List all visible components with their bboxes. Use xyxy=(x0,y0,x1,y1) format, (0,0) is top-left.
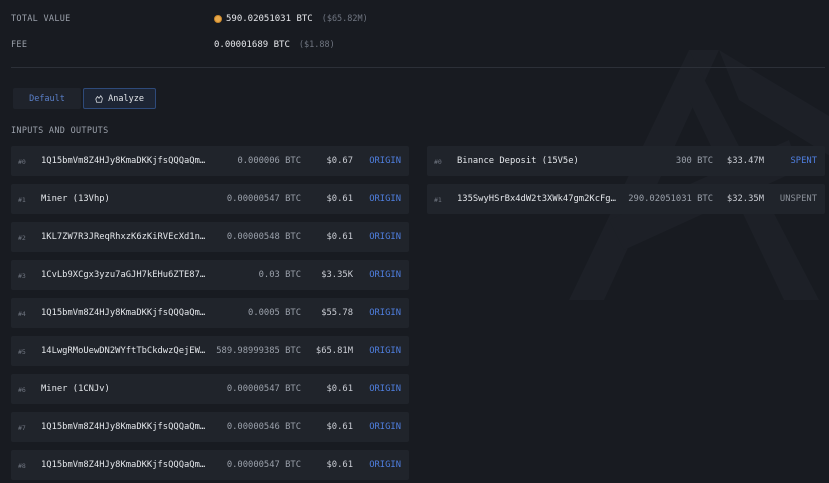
row-index: #8 xyxy=(18,462,26,470)
row-index: #4 xyxy=(18,310,26,318)
input-address[interactable]: 1Q15bmVm8Z4HJy8KmaDKKjfsQQQaQmT… xyxy=(41,422,207,432)
analyze-view-button[interactable]: Analyze xyxy=(83,88,156,109)
input-btc: 0.000006 BTC xyxy=(237,156,301,166)
origin-link[interactable]: ORIGIN xyxy=(369,460,401,470)
input-address[interactable]: Miner (1CNJv) xyxy=(41,384,207,394)
view-toggle: Default Analyze xyxy=(13,88,156,109)
total-value-usd: ($65.82M) xyxy=(321,14,368,24)
row-index: #7 xyxy=(18,424,26,432)
input-usd: $65.81M xyxy=(315,346,353,356)
output-row[interactable]: #1 135SwyHSrBx4dW2t3XWk47gm2KcFgG… 290.0… xyxy=(427,184,825,214)
origin-link[interactable]: ORIGIN xyxy=(369,384,401,394)
input-address[interactable]: 1CvLb9XCgx3yzu7aGJH7kEHu6ZTE87v… xyxy=(41,270,207,280)
inputs-list: #0 1Q15bmVm8Z4HJy8KmaDKKjfsQQQaQmT… 0.00… xyxy=(11,146,409,483)
input-usd: $0.61 xyxy=(326,194,353,204)
input-row[interactable]: #3 1CvLb9XCgx3yzu7aGJH7kEHu6ZTE87v… 0.03… xyxy=(11,260,409,290)
row-index: #1 xyxy=(434,196,442,204)
input-btc: 0.03 BTC xyxy=(258,270,301,280)
total-value-label: TOTAL VALUE xyxy=(11,14,71,24)
input-btc: 0.0005 BTC xyxy=(248,308,301,318)
fee-row: FEE 0.00001689 BTC ($1.88) xyxy=(11,38,335,52)
input-usd: $0.61 xyxy=(326,460,353,470)
output-row[interactable]: #0 Binance Deposit (15V5e) 300 BTC $33.4… xyxy=(427,146,825,176)
input-address[interactable]: 1Q15bmVm8Z4HJy8KmaDKKjfsQQQaQmT… xyxy=(41,460,207,470)
output-btc: 300 BTC xyxy=(675,156,713,166)
output-usd: $32.35M xyxy=(726,194,764,204)
output-address[interactable]: 135SwyHSrBx4dW2t3XWk47gm2KcFgG… xyxy=(457,194,617,204)
input-btc: 0.00000546 BTC xyxy=(226,422,301,432)
analyze-label: Analyze xyxy=(108,93,144,104)
input-usd: $55.78 xyxy=(321,308,353,318)
output-usd: $33.47M xyxy=(726,156,764,166)
input-address[interactable]: 1Q15bmVm8Z4HJy8KmaDKKjfsQQQaQmT… xyxy=(41,156,207,166)
input-usd: $3.35K xyxy=(321,270,353,280)
input-row[interactable]: #8 1Q15bmVm8Z4HJy8KmaDKKjfsQQQaQmT… 0.00… xyxy=(11,450,409,480)
input-row[interactable]: #1 Miner (13Vhp) 0.00000547 BTC $0.61 OR… xyxy=(11,184,409,214)
input-row[interactable]: #5 14LwgRMoUewDN2WYftTbCkdwzQejEWw… 589.… xyxy=(11,336,409,366)
bitcoin-coin-icon xyxy=(214,15,222,23)
origin-link[interactable]: ORIGIN xyxy=(369,422,401,432)
input-btc: 0.00000548 BTC xyxy=(226,232,301,242)
input-address[interactable]: 1KL7ZW7R3JReqRhxzK6zKiRVEcXd1nV… xyxy=(41,232,207,242)
fee-btc: 0.00001689 BTC xyxy=(214,40,290,50)
input-row[interactable]: #4 1Q15bmVm8Z4HJy8KmaDKKjfsQQQaQmT… 0.00… xyxy=(11,298,409,328)
input-address[interactable]: 14LwgRMoUewDN2WYftTbCkdwzQejEWw… xyxy=(41,346,207,356)
unspent-status: UNSPENT xyxy=(779,194,817,204)
input-usd: $0.61 xyxy=(326,422,353,432)
origin-link[interactable]: ORIGIN xyxy=(369,194,401,204)
origin-link[interactable]: ORIGIN xyxy=(369,308,401,318)
origin-link[interactable]: ORIGIN xyxy=(369,346,401,356)
input-address[interactable]: Miner (13Vhp) xyxy=(41,194,207,204)
input-btc: 0.00000547 BTC xyxy=(226,194,301,204)
input-btc: 589.98999385 BTC xyxy=(216,346,301,356)
row-index: #0 xyxy=(18,158,26,166)
input-row[interactable]: #7 1Q15bmVm8Z4HJy8KmaDKKjfsQQQaQmT… 0.00… xyxy=(11,412,409,442)
input-address[interactable]: 1Q15bmVm8Z4HJy8KmaDKKjfsQQQaQmT… xyxy=(41,308,207,318)
total-value-btc: 590.02051031 BTC xyxy=(226,14,313,24)
fee-value: 0.00001689 BTC ($1.88) xyxy=(214,40,335,50)
origin-link[interactable]: ORIGIN xyxy=(369,232,401,242)
output-btc: 290.02051031 BTC xyxy=(628,194,713,204)
origin-link[interactable]: ORIGIN xyxy=(369,270,401,280)
section-title: INPUTS AND OUTPUTS xyxy=(11,126,109,136)
analyze-icon xyxy=(95,94,103,103)
input-btc: 0.00000547 BTC xyxy=(226,460,301,470)
row-index: #3 xyxy=(18,272,26,280)
outputs-list: #0 Binance Deposit (15V5e) 300 BTC $33.4… xyxy=(427,146,825,222)
row-index: #5 xyxy=(18,348,26,356)
total-value-row: TOTAL VALUE 590.02051031 BTC ($65.82M) xyxy=(11,12,368,26)
fee-label: FEE xyxy=(11,40,28,50)
default-view-button[interactable]: Default xyxy=(13,88,81,109)
row-index: #0 xyxy=(434,158,442,166)
row-index: #1 xyxy=(18,196,26,204)
input-btc: 0.00000547 BTC xyxy=(226,384,301,394)
spent-link[interactable]: SPENT xyxy=(791,156,817,166)
row-index: #2 xyxy=(18,234,26,242)
divider xyxy=(11,67,825,68)
output-address[interactable]: Binance Deposit (15V5e) xyxy=(457,156,607,166)
total-value: 590.02051031 BTC ($65.82M) xyxy=(214,14,368,24)
input-row[interactable]: #2 1KL7ZW7R3JReqRhxzK6zKiRVEcXd1nV… 0.00… xyxy=(11,222,409,252)
fee-usd: ($1.88) xyxy=(298,40,335,50)
row-index: #6 xyxy=(18,386,26,394)
input-row[interactable]: #0 1Q15bmVm8Z4HJy8KmaDKKjfsQQQaQmT… 0.00… xyxy=(11,146,409,176)
input-usd: $0.61 xyxy=(326,232,353,242)
input-usd: $0.61 xyxy=(326,384,353,394)
input-usd: $0.67 xyxy=(326,156,353,166)
origin-link[interactable]: ORIGIN xyxy=(369,156,401,166)
input-row[interactable]: #6 Miner (1CNJv) 0.00000547 BTC $0.61 OR… xyxy=(11,374,409,404)
